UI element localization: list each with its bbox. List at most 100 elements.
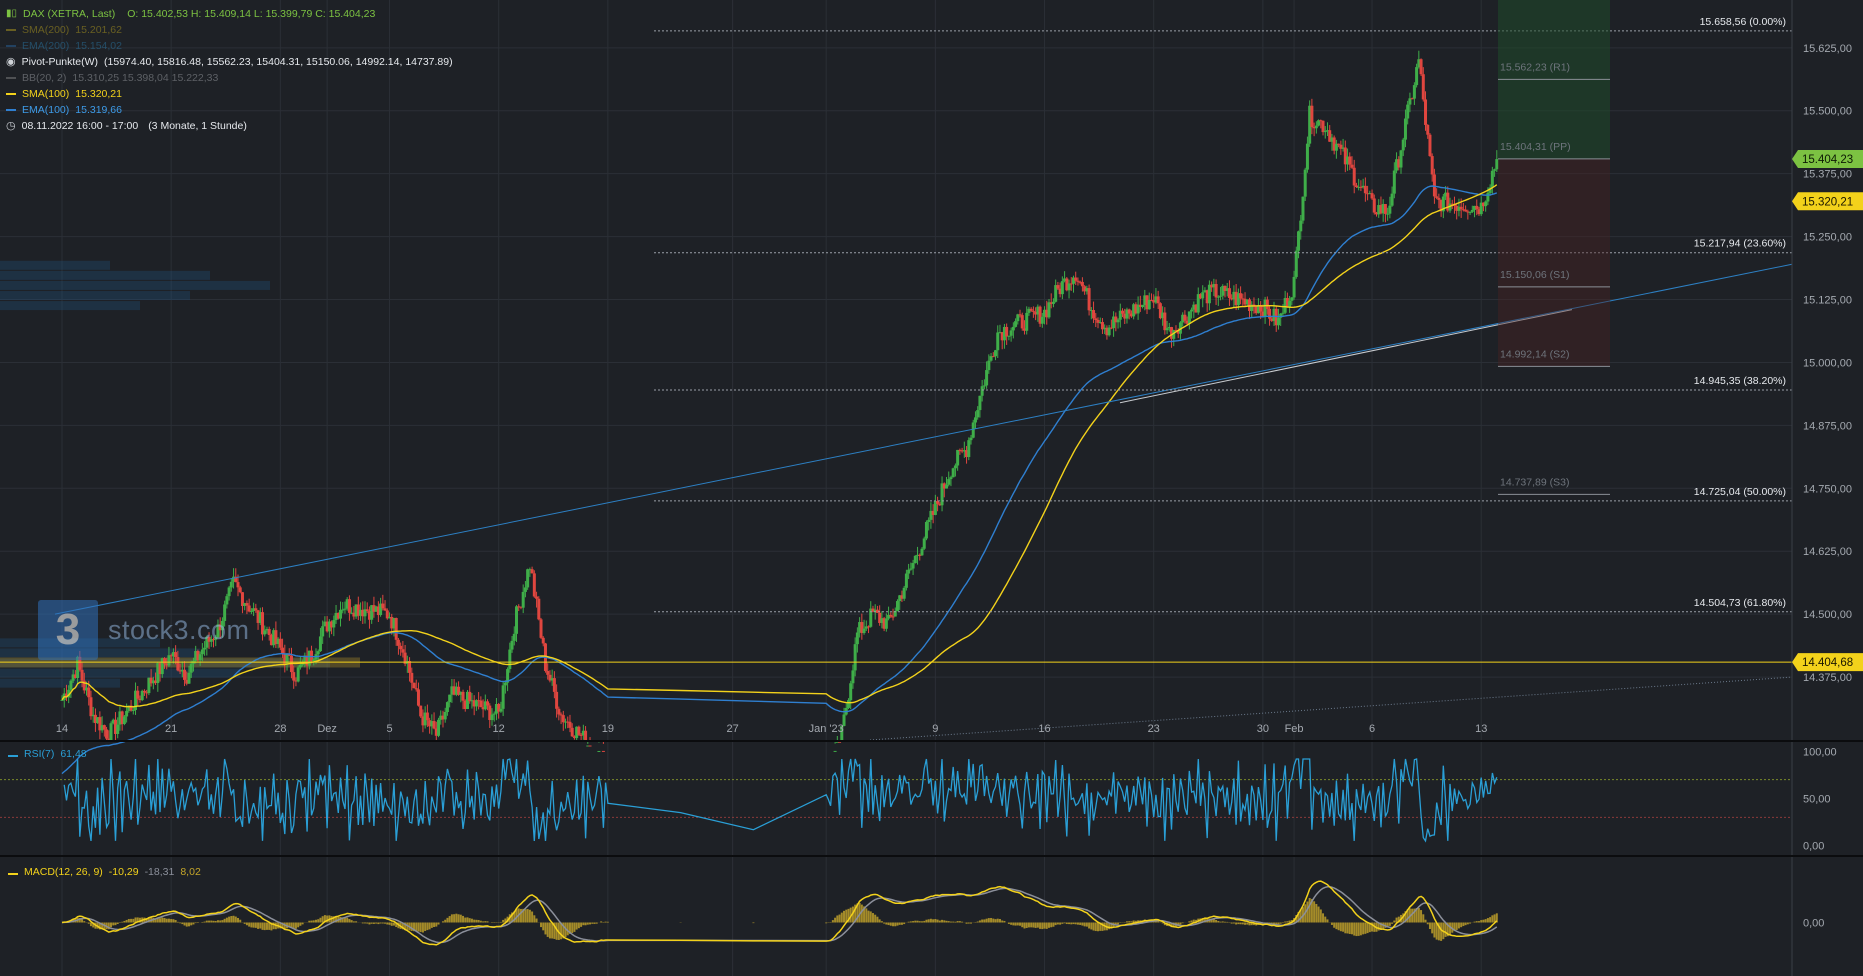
macd-legend[interactable]: MACD(12, 26, 9) -10,29 -18,31 8,02: [8, 866, 201, 878]
pivot-target-icon: ◉: [6, 56, 16, 68]
macd-hist-bar: [239, 919, 242, 923]
macd-hist-bar: [484, 921, 487, 923]
legend-sma200[interactable]: SMA(200) 15.201,62: [6, 22, 453, 38]
candle-body: [394, 617, 398, 640]
macd-hist-bar: [81, 919, 84, 923]
candle-body: [537, 598, 541, 620]
candle-body: [922, 538, 926, 549]
candle-body: [501, 685, 505, 709]
macd-hist-bar: [1068, 922, 1071, 925]
macd-hist-bar: [1237, 922, 1240, 925]
macd-hist-bar: [600, 921, 603, 923]
candle-body: [936, 501, 940, 504]
macd-hist-bar: [1484, 919, 1487, 923]
macd-hist-bar: [1279, 922, 1282, 924]
candle-body: [515, 606, 519, 634]
macd-hist-bar: [1357, 922, 1360, 936]
macd-hist-bar: [958, 921, 961, 923]
candle-body: [1406, 104, 1410, 119]
legend-pivots[interactable]: ◉ Pivot-Punkte(W) (15974.40, 15816.48, 1…: [6, 54, 453, 70]
candle-body: [1490, 170, 1494, 188]
macd-hist-bar: [170, 919, 173, 923]
macd-hist-bar: [1219, 921, 1222, 923]
price-axis-tick: 15.500,00: [1803, 106, 1852, 118]
candle-body: [976, 410, 980, 418]
macd-hist-bar: [1306, 901, 1309, 923]
macd-hist-bar: [976, 921, 979, 923]
candle-body: [1363, 185, 1367, 194]
macd-hist-bar: [1426, 922, 1429, 925]
macd-hist-bar: [867, 910, 870, 923]
candle-body: [1370, 193, 1374, 199]
macd-hist-bar: [163, 917, 166, 923]
candle-body: [401, 649, 405, 653]
candle-body: [1227, 288, 1231, 299]
candle-body: [541, 637, 545, 644]
macd-hist-bar: [1364, 922, 1367, 934]
macd-hist-bar: [370, 922, 373, 924]
candle-body: [1475, 205, 1479, 210]
macd-hist-bar: [314, 919, 317, 923]
macd-hist-bar: [998, 919, 1001, 923]
rsi-value: 61,48: [60, 748, 87, 760]
candle-body: [125, 710, 129, 717]
macd-hist-bar: [1241, 922, 1244, 925]
candle-body: [1292, 276, 1296, 298]
macd-hist-bar: [903, 922, 906, 925]
bb-value: 15.310,25 15.398,04 15.222,33: [72, 72, 219, 84]
candle-body: [1040, 316, 1044, 324]
legend-bb[interactable]: BB(20, 2) 15.310,25 15.398,04 15.222,33: [6, 70, 453, 86]
macd-hist-bar: [892, 922, 895, 927]
macd-hist-bar: [297, 922, 300, 928]
macd-hist-bar: [477, 920, 480, 923]
legend-ema200[interactable]: EMA(200) 15.154,02: [6, 38, 453, 54]
macd-hist-bar: [1232, 922, 1235, 924]
candle-body: [584, 730, 588, 740]
candle-body: [849, 683, 853, 701]
candle-body: [1156, 296, 1160, 304]
macd-hist-bar: [1244, 922, 1247, 925]
sma100-value: 15.320,21: [75, 88, 122, 100]
volume-profile-bar: [0, 280, 270, 290]
chart-type-icon: ▮▯: [6, 8, 18, 19]
sma200-swatch-icon: [6, 29, 16, 31]
candle-body: [539, 619, 543, 638]
candle-body: [927, 519, 931, 522]
macd-title: MACD(12, 26, 9): [24, 866, 103, 878]
candle-body: [281, 647, 285, 654]
candle-body: [1305, 143, 1309, 170]
macd-hist-bar: [482, 921, 485, 923]
macd-hist-bar: [840, 912, 843, 923]
candle-body: [512, 633, 516, 641]
candle-body: [1183, 314, 1187, 321]
chart-canvas[interactable]: 15.658,56 (0.00%) 15.217,94 (23.60%) 14.94…: [0, 0, 1863, 976]
macd-hist-bar: [112, 922, 115, 926]
clock-icon: ◷: [6, 120, 16, 132]
macd-hist-bar: [464, 917, 467, 923]
candle-body: [1392, 170, 1396, 194]
macd-hist-bar: [912, 921, 915, 923]
candle-body: [561, 715, 565, 723]
macd-hist-bar: [165, 918, 168, 923]
macd-hist-bar: [352, 921, 355, 923]
legend-time: ◷ 08.11.2022 16:00 - 17:00 (3 Monate, 1 …: [6, 118, 453, 134]
candle-body: [904, 573, 908, 588]
macd-hist-bar: [836, 915, 839, 923]
macd-hist-bar: [1070, 922, 1073, 925]
macd-hist-bar: [348, 919, 351, 923]
candle-body: [846, 700, 850, 708]
legend-ema100[interactable]: EMA(100) 15.319,66: [6, 102, 453, 118]
legend-sma100[interactable]: SMA(100) 15.320,21: [6, 86, 453, 102]
macd-hist-bar: [317, 919, 320, 923]
macd-hist-bar: [459, 914, 462, 923]
time-axis-tick: 5: [386, 723, 392, 735]
macd-hist-bar: [752, 922, 755, 924]
candle-body: [1092, 310, 1096, 319]
candle-body: [1216, 296, 1220, 298]
rsi-legend[interactable]: RSI(7) 61,48: [8, 748, 87, 760]
macd-hist-bar: [519, 908, 522, 923]
price-axis-tick: 15.375,00: [1803, 169, 1852, 181]
macd-hist-bar: [994, 919, 997, 923]
macd-hist-bar: [355, 921, 358, 923]
candle-body: [1421, 74, 1425, 100]
